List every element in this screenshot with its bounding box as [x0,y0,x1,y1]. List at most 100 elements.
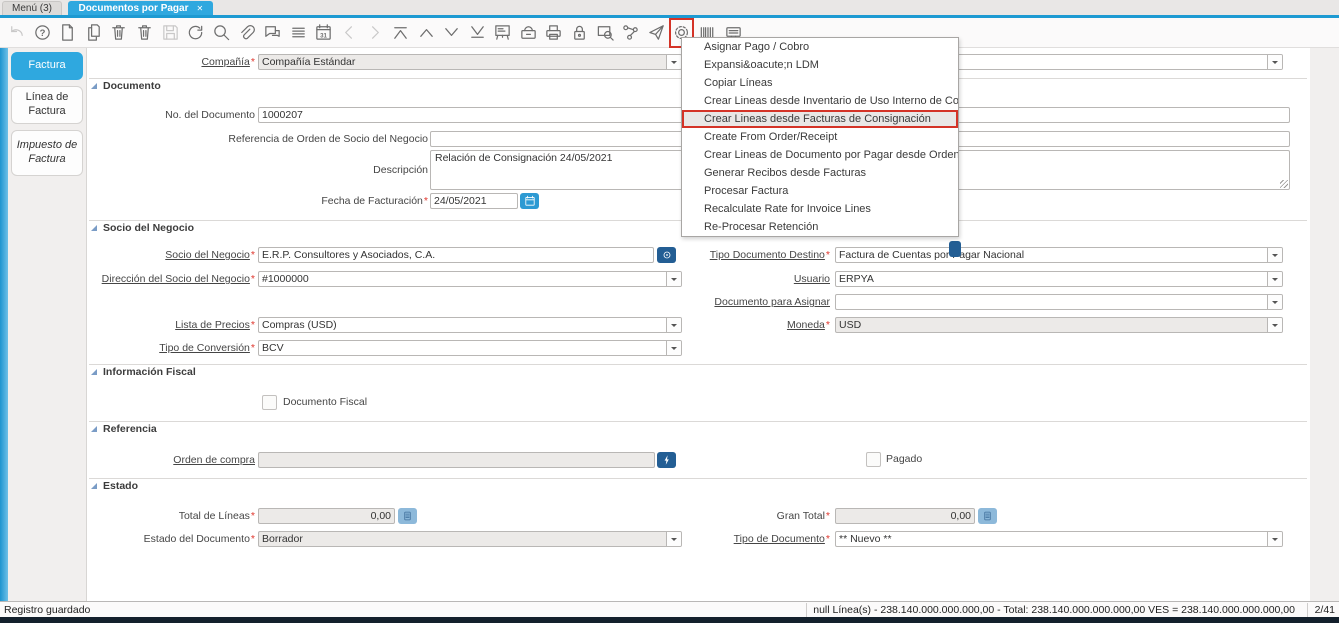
process-menu: Asignar Pago / CobroExpansi&oacute;n LDM… [681,37,959,237]
menu-item[interactable]: Generar Recibos desde Facturas [682,164,958,182]
usuario-combo[interactable]: ERPYA [835,271,1283,287]
menu-item[interactable]: Re-Procesar Retención [682,218,958,236]
section-informacion-fiscal[interactable]: Información Fiscal [103,366,196,378]
calendar-picker-button[interactable] [520,193,539,209]
sidebar-tab-linea-de-factura[interactable]: Línea de Factura [11,86,83,124]
descripcion-label: Descripción [87,162,428,178]
send-icon[interactable] [646,20,667,46]
socio-negocio-input[interactable]: E.R.P. Consultores y Asociados, C.A. [258,247,654,263]
total-lineas-input[interactable]: 0,00 [258,508,395,524]
referencia-orden-label: Referencia de Orden de Socio del Negocio [87,131,428,147]
dropdown-arrow-icon[interactable] [1267,55,1282,69]
documentos-por-pagar-window: Menú (3) Documentos por Pagar Factura Lí… [0,0,1339,623]
dropdown-arrow-icon[interactable] [666,55,681,69]
section-estado[interactable]: Estado [103,480,138,492]
section-referencia[interactable]: Referencia [103,423,157,435]
gran-total-calculator-button[interactable] [978,508,997,524]
menu-item[interactable]: Crear Lineas de Documento por Pagar desd… [682,146,958,164]
print-icon[interactable] [543,20,564,46]
menu-item[interactable]: Crear Lineas desde Facturas de Consignac… [682,110,958,128]
save-icon[interactable] [160,20,181,46]
lista-precios-label: Lista de Precios [87,317,255,333]
orden-compra-zoom-button[interactable] [657,452,676,468]
tipo-documento-combo[interactable]: ** Nuevo ** [835,531,1283,547]
sidebar-tab-factura[interactable]: Factura [11,52,83,80]
section-socio-del-negocio[interactable]: Socio del Negocio [103,222,194,234]
tipo-conversion-combo[interactable]: BCV [258,340,682,356]
next-record-icon[interactable] [441,20,462,46]
hidden-button-edge [949,241,961,257]
sidebar-accent-strip [0,48,8,601]
sidebar-tab-impuesto-de-factura[interactable]: Impuesto de Factura [11,130,83,176]
dropdown-arrow-icon[interactable] [1267,248,1282,262]
report-icon[interactable] [492,20,513,46]
socio-negocio-label: Socio del Negocio [87,247,255,263]
delete-record-icon[interactable] [108,20,129,46]
orden-compra-input[interactable] [258,452,655,468]
section-documento[interactable]: Documento [103,80,161,92]
dropdown-arrow-icon[interactable] [1267,295,1282,309]
resize-handle[interactable] [1280,180,1288,188]
grid-toggle-icon[interactable] [288,20,309,46]
usuario-label: Usuario [647,271,830,287]
dropdown-arrow-icon[interactable] [1267,318,1282,332]
doc-asignar-combo[interactable] [835,294,1283,310]
menu-item[interactable]: Copiar Líneas [682,74,958,92]
tipo-doc-destino-label: Tipo Documento Destino [647,247,830,263]
menu-item[interactable]: Procesar Factura [682,182,958,200]
lock-icon[interactable] [569,20,590,46]
compania-combo[interactable]: Compañía Estándar [258,54,682,70]
copy-record-icon[interactable] [83,20,104,46]
window-tab-bar: Menú (3) Documentos por Pagar [0,0,1339,15]
moneda-label: Moneda [647,317,830,333]
find-icon[interactable] [211,20,232,46]
total-lineas-calculator-button[interactable] [398,508,417,524]
menu-item[interactable]: Expansi&oacute;n LDM [682,56,958,74]
lista-precios-combo[interactable]: Compras (USD) [258,317,682,333]
delete-selection-icon[interactable] [134,20,155,46]
menu-item[interactable]: Asignar Pago / Cobro [682,38,958,56]
pagado-checkbox[interactable] [866,452,881,467]
pagado-label: Pagado [886,452,922,466]
calendar-icon[interactable] [313,20,334,46]
record-indicator[interactable]: 2/41 [1307,603,1335,617]
new-record-icon[interactable] [57,20,78,46]
workflow-icon[interactable] [620,20,641,46]
undo-icon[interactable] [6,20,27,46]
status-message: Registro guardado [4,603,90,617]
estado-documento-combo[interactable]: Borrador [258,531,682,547]
tipo-doc-destino-combo[interactable]: Factura de Cuentas por Pagar Nacional [835,247,1283,263]
chat-icon[interactable] [262,20,283,46]
tab-menu[interactable]: Menú (3) [2,1,62,16]
previous-record-icon[interactable] [416,20,437,46]
menu-item[interactable]: Create From Order/Receipt [682,128,958,146]
tipo-documento-label: Tipo de Documento [647,531,830,547]
zoom-window-icon[interactable] [595,20,616,46]
gran-total-label: Gran Total [647,508,830,524]
dropdown-arrow-icon[interactable] [666,341,681,355]
attachment-icon[interactable] [236,20,257,46]
documento-fiscal-checkbox[interactable] [262,395,277,410]
tab-sidebar: Factura Línea de Factura Impuesto de Fac… [8,48,87,601]
history-back-icon[interactable] [339,20,360,46]
documento-fiscal-label: Documento Fiscal [283,395,367,409]
history-forward-icon[interactable] [364,20,385,46]
menu-item[interactable]: Crear Lineas desde Inventario de Uso Int… [682,92,958,110]
menu-item[interactable]: Recalculate Rate for Invoice Lines [682,200,958,218]
close-icon[interactable] [197,2,204,16]
gran-total-input[interactable]: 0,00 [835,508,975,524]
moneda-combo[interactable]: USD [835,317,1283,333]
toolbar [0,18,1339,48]
fecha-facturacion-label: Fecha de Facturación [87,193,428,209]
dropdown-arrow-icon[interactable] [1267,532,1282,546]
refresh-icon[interactable] [185,20,206,46]
tab-documentos-por-pagar[interactable]: Documentos por Pagar [68,1,213,16]
archive-icon[interactable] [518,20,539,46]
direccion-socio-combo[interactable]: #1000000 [258,271,682,287]
fecha-facturacion-input[interactable]: 24/05/2021 [430,193,518,209]
first-record-icon[interactable] [390,20,411,46]
dropdown-arrow-icon[interactable] [1267,272,1282,286]
last-record-icon[interactable] [467,20,488,46]
help-icon[interactable] [32,20,53,46]
status-bar: Registro guardado null Línea(s) - 238.14… [0,601,1339,617]
